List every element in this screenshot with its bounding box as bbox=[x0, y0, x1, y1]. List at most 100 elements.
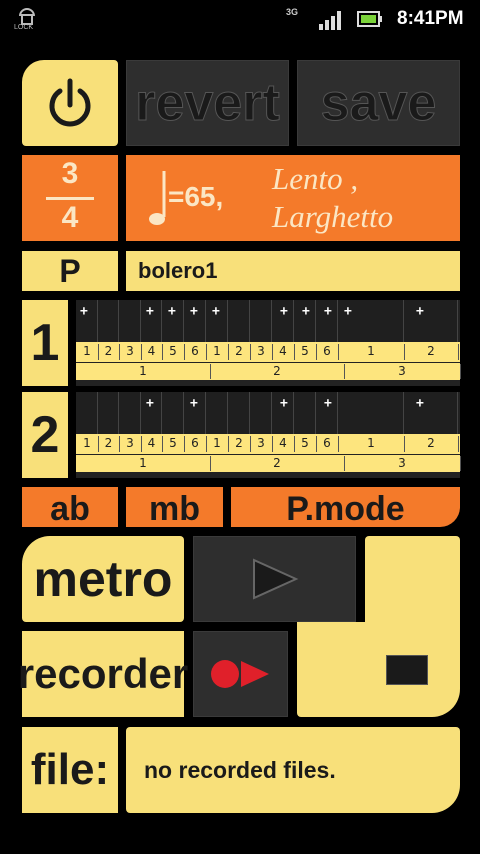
track-2-button[interactable]: 2 bbox=[22, 392, 68, 478]
track-2-step-grid[interactable]: + + + + +1 2 3 4 5 6 1 2 3 4 5 6 1 2 1 2 3 bbox=[76, 392, 461, 478]
step-cell[interactable] bbox=[404, 392, 458, 434]
step-number: 2 bbox=[98, 436, 120, 452]
quarter-note-icon bbox=[149, 171, 166, 225]
time-sig-bottom: 4 bbox=[61, 201, 79, 234]
step-number: 1 bbox=[76, 436, 99, 452]
stop-icon bbox=[385, 654, 428, 685]
step-number: 5 bbox=[294, 436, 317, 452]
play-button[interactable] bbox=[193, 536, 356, 622]
note-marker-icon: + bbox=[416, 396, 424, 411]
bar-number: 1 bbox=[76, 364, 211, 379]
step-number: 3 bbox=[250, 436, 273, 452]
step-number: 3 bbox=[250, 344, 273, 360]
battery-icon bbox=[357, 11, 383, 27]
save-button[interactable]: save bbox=[297, 60, 460, 146]
note-marker-icon: + bbox=[344, 304, 352, 319]
step-number: 5 bbox=[162, 436, 185, 452]
step-number: 2 bbox=[404, 436, 459, 452]
step-number: 2 bbox=[228, 436, 251, 452]
step-cell[interactable] bbox=[98, 300, 119, 342]
stop-panel-upper[interactable] bbox=[365, 536, 460, 622]
step-number: 4 bbox=[272, 436, 295, 452]
bar-number: 3 bbox=[344, 456, 461, 471]
step-cell[interactable] bbox=[250, 392, 272, 434]
track-1-button[interactable]: 1 bbox=[22, 300, 68, 386]
time-signature-button[interactable]: 3 4 bbox=[22, 155, 118, 241]
step-cell[interactable] bbox=[228, 300, 250, 342]
step-number: 4 bbox=[272, 344, 295, 360]
step-cell[interactable] bbox=[162, 392, 184, 434]
revert-button[interactable]: revert bbox=[126, 60, 289, 146]
step-cell[interactable] bbox=[228, 392, 250, 434]
bar-number: 3 bbox=[344, 364, 461, 379]
bar-number: 2 bbox=[210, 364, 345, 379]
step-cell[interactable] bbox=[76, 392, 98, 434]
step-number: 1 bbox=[206, 344, 229, 360]
metro-label: metro bbox=[33, 551, 173, 607]
pattern-p-label: P bbox=[59, 252, 81, 289]
tempo-button[interactable]: =65, Lento , Larghetto bbox=[126, 155, 460, 241]
bar-number: 1 bbox=[76, 456, 211, 471]
stop-button[interactable] bbox=[297, 622, 460, 717]
lock-icon[interactable]: LOCK bbox=[14, 4, 40, 34]
ab-button[interactable]: ab bbox=[22, 487, 118, 528]
revert-label: revert bbox=[135, 74, 281, 133]
note-marker-icon: + bbox=[146, 304, 154, 319]
note-marker-icon: + bbox=[280, 304, 288, 319]
step-number: 2 bbox=[98, 344, 120, 360]
note-marker-icon: + bbox=[168, 304, 176, 319]
time-sig-divider bbox=[46, 197, 94, 200]
step-cell[interactable] bbox=[119, 300, 141, 342]
track-1-step-grid[interactable]: + + + + + + + + + +1 2 3 4 5 6 1 2 3 4 5 6 1 2 1 2 3 bbox=[76, 300, 461, 386]
power-button[interactable] bbox=[22, 60, 118, 146]
step-number: 6 bbox=[184, 344, 207, 360]
note-marker-icon: + bbox=[416, 304, 424, 319]
file-label: file: bbox=[30, 745, 110, 794]
step-number: 2 bbox=[228, 344, 251, 360]
step-cell[interactable] bbox=[404, 300, 458, 342]
step-number: 6 bbox=[316, 344, 339, 360]
step-cell[interactable] bbox=[294, 392, 316, 434]
step-cell[interactable] bbox=[98, 392, 119, 434]
file-button[interactable]: file: bbox=[22, 727, 118, 813]
play-icon bbox=[252, 558, 298, 600]
recorder-label: recorder bbox=[17, 650, 189, 697]
metro-button[interactable]: metro bbox=[22, 536, 184, 622]
note-marker-icon: + bbox=[190, 396, 198, 411]
pattern-button[interactable]: P bbox=[22, 251, 118, 291]
status-bar: LOCK 3G 8:41PM bbox=[0, 0, 480, 38]
tempo-name-line2: Larghetto bbox=[272, 199, 394, 234]
mb-label: mb bbox=[149, 489, 200, 528]
step-number: 1 bbox=[338, 344, 405, 360]
note-marker-icon: + bbox=[324, 304, 332, 319]
save-label: save bbox=[320, 74, 437, 133]
note-marker-icon: + bbox=[324, 396, 332, 411]
step-label-band: 12345612345612 bbox=[76, 342, 460, 362]
bpm-text: =65, bbox=[168, 181, 224, 212]
record-play-button[interactable] bbox=[193, 631, 288, 717]
step-label-band: 12345612345612 bbox=[76, 434, 460, 454]
recorder-button[interactable]: recorder bbox=[18, 631, 188, 717]
step-cell[interactable] bbox=[119, 392, 141, 434]
bar-number: 2 bbox=[210, 456, 345, 471]
file-status: no recorded files. bbox=[144, 757, 336, 783]
file-list[interactable]: no recorded files. bbox=[126, 727, 460, 813]
step-cell[interactable] bbox=[250, 300, 272, 342]
signal-icon bbox=[318, 10, 344, 30]
step-cell[interactable] bbox=[338, 392, 404, 434]
mb-button[interactable]: mb bbox=[126, 487, 223, 528]
record-play-icon bbox=[210, 660, 269, 688]
step-number: 6 bbox=[184, 436, 207, 452]
step-cell[interactable] bbox=[206, 392, 228, 434]
pattern-name-field[interactable]: bolero1 bbox=[126, 251, 460, 291]
track-number: 2 bbox=[30, 406, 60, 464]
step-number: 2 bbox=[404, 344, 459, 360]
step-number: 5 bbox=[162, 344, 185, 360]
bar-label-band: 123 bbox=[76, 363, 461, 380]
clock: 8:41PM bbox=[397, 8, 464, 29]
tempo-name-line1: Lento , bbox=[272, 161, 359, 196]
pmode-button[interactable]: P.mode bbox=[231, 487, 460, 528]
note-marker-icon: + bbox=[146, 396, 154, 411]
note-marker-icon: + bbox=[280, 396, 288, 411]
step-number: 3 bbox=[119, 344, 142, 360]
